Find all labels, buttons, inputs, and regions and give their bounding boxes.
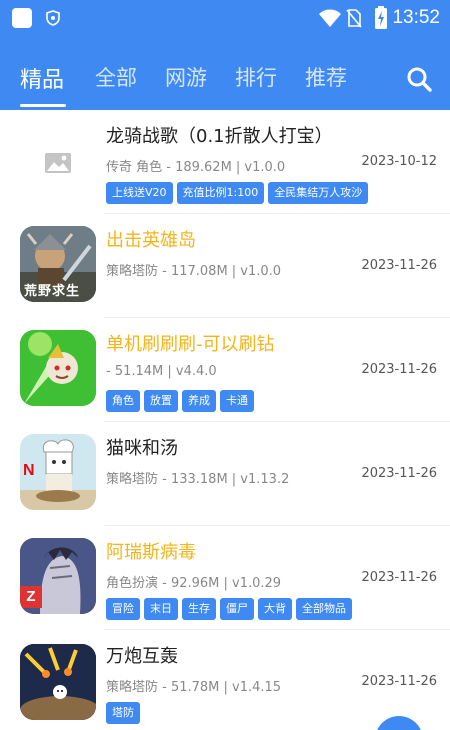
shield-icon [46, 10, 60, 26]
tag: 冒险 [106, 598, 140, 620]
tag: 大背 [258, 598, 292, 620]
app-meta: 传奇 角色 - 189.62M | v1.0.0 [106, 160, 286, 175]
app-meta: 角色扮演 - 92.96M | v1.0.29 [106, 576, 282, 591]
image-placeholder-icon [20, 124, 96, 200]
tag: 全部物品 [296, 598, 352, 620]
battery-charging-icon [375, 6, 387, 29]
netflix-badge-icon: N [23, 462, 35, 479]
tag: 末日 [144, 598, 178, 620]
list-item[interactable]: 万炮互轰 策略塔防 - 51.78M | v1.4.15 2023-11-26 … [0, 630, 450, 730]
app-meta: 策略塔防 - 51.78M | v1.4.15 [106, 680, 282, 695]
tag: 全民集结万人攻沙 [268, 182, 369, 204]
list-item[interactable]: Z 阿瑞斯病毒 角色扮演 - 92.96M | v1.0.29 2023-11-… [0, 526, 450, 630]
wifi-icon [319, 9, 341, 27]
app-badge-z-icon: Z [20, 586, 42, 608]
tab-recommended[interactable]: 推荐 [305, 62, 347, 92]
app-list: 龙骑战歌（0.1折散人打宝） 传奇 角色 - 189.62M | v1.0.0 … [0, 110, 450, 730]
tag-list: 上线送V20 充值比例1:100 全民集结万人攻沙 [106, 182, 372, 204]
app-date: 2023-11-26 [361, 362, 437, 377]
tab-featured[interactable]: 精品 [20, 62, 64, 94]
app-title: 万炮互轰 [106, 646, 178, 667]
clock: 13:52 [392, 7, 440, 28]
tag-list: 角色 放置 养成 卡通 [106, 390, 258, 412]
tag-list: 塔防 [106, 702, 144, 724]
app-date: 2023-10-12 [361, 154, 437, 169]
app-title: 单机刷刷刷-可以刷钻 [106, 334, 275, 355]
status-bar: 13:52 [0, 0, 450, 36]
game-icon-cannons [20, 644, 96, 720]
icon-caption: 荒野求生 [24, 284, 81, 299]
tag-list: 冒险 末日 生存 僵尸 大背 全部物品 [106, 598, 356, 620]
list-item[interactable]: N 猫咪和汤 策略塔防 - 133.18M | v1.13.2 2023-11-… [0, 422, 450, 526]
tag: 生存 [182, 598, 216, 620]
tag: 角色 [106, 390, 140, 412]
tag: 上线送V20 [106, 182, 173, 204]
app-date: 2023-11-26 [361, 466, 437, 481]
app-notification-icon [12, 8, 32, 28]
tag: 充值比例1:100 [176, 182, 265, 204]
list-item[interactable]: 龙骑战歌（0.1折散人打宝） 传奇 角色 - 189.62M | v1.0.0 … [0, 110, 450, 214]
game-icon-warrior: 荒野求生 [20, 226, 96, 302]
tag: 放置 [144, 390, 178, 412]
game-icon-chef-cat: N [20, 434, 96, 510]
app-meta: 策略塔防 - 133.18M | v1.13.2 [106, 472, 290, 487]
tab-online-games[interactable]: 网游 [165, 62, 207, 92]
category-tabs: 精品 全部 网游 排行 推荐 [0, 56, 450, 110]
app-header: 13:52 精品 全部 网游 排行 推荐 [0, 0, 450, 110]
search-icon[interactable] [406, 66, 432, 92]
app-meta: 策略塔防 - 117.08M | v1.0.0 [106, 264, 282, 279]
no-sim-icon [346, 9, 362, 28]
app-date: 2023-11-26 [361, 570, 437, 585]
app-date: 2023-11-26 [361, 258, 437, 273]
tag: 塔防 [106, 702, 140, 724]
app-title: 猫咪和汤 [106, 438, 178, 459]
active-tab-indicator [20, 104, 66, 107]
app-date: 2023-11-26 [361, 674, 437, 689]
tab-ranking[interactable]: 排行 [235, 62, 277, 92]
tag: 卡通 [220, 390, 254, 412]
app-meta: - 51.14M | v4.4.0 [106, 364, 217, 379]
tag: 僵尸 [220, 598, 254, 620]
list-item[interactable]: 荒野求生 出击英雄岛 策略塔防 - 117.08M | v1.0.0 2023-… [0, 214, 450, 318]
app-title: 出击英雄岛 [106, 230, 196, 251]
game-icon-green-creature [20, 330, 96, 406]
game-icon-survivor: Z [20, 538, 96, 614]
app-title: 阿瑞斯病毒 [106, 542, 196, 563]
tab-all[interactable]: 全部 [95, 62, 137, 92]
tag: 养成 [182, 390, 216, 412]
app-title: 龙骑战歌（0.1折散人打宝） [106, 126, 333, 147]
list-item[interactable]: 单机刷刷刷-可以刷钻 - 51.14M | v4.4.0 2023-11-26 … [0, 318, 450, 422]
